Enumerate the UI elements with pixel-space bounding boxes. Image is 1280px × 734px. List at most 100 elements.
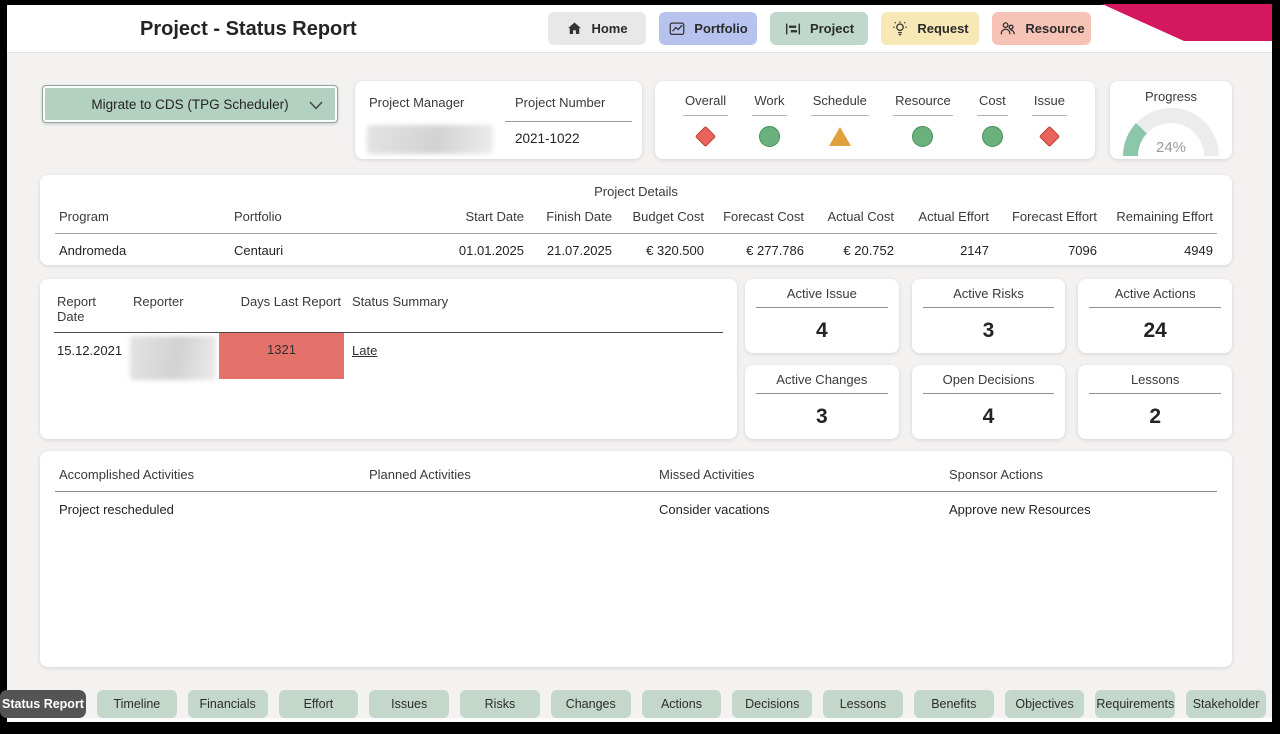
table-row: 15.12.2021 (54, 333, 130, 379)
col-missed-activities: Missed Activities (655, 451, 945, 492)
resource-icon (998, 19, 1017, 38)
project-details-table: Program Portfolio Start Date Finish Date… (55, 199, 1217, 267)
progress-title: Progress (1110, 89, 1232, 104)
header-bar: Project - Status Report Home Portfolio P… (7, 5, 1272, 53)
col-forecast-cost: Forecast Cost (708, 199, 808, 234)
tab-benefits[interactable]: Benefits (914, 690, 994, 718)
col-remaining-effort: Remaining Effort (1101, 199, 1217, 234)
nav-home-label: Home (591, 21, 627, 36)
report-table-card: Report Date Reporter Days Last Report St… (40, 279, 737, 439)
kpi-active-actions-label: Active Actions (1089, 279, 1221, 308)
col-finish-date: Finish Date (528, 199, 616, 234)
tab-issues[interactable]: Issues (369, 690, 449, 718)
nav-project-button[interactable]: Project (770, 12, 868, 45)
kpi-active-risks-value: 3 (912, 319, 1066, 343)
tab-financials[interactable]: Financials (188, 690, 268, 718)
col-status-summary: Status Summary (344, 279, 723, 333)
nav-resource-button[interactable]: Resource (992, 12, 1091, 45)
project-number-value: 2021-1022 (515, 131, 580, 146)
kpi-active-risks-label: Active Risks (923, 279, 1055, 308)
kpi-active-actions-value: 24 (1078, 319, 1232, 343)
tab-actions[interactable]: Actions (642, 690, 722, 718)
tab-lessons[interactable]: Lessons (823, 690, 903, 718)
cell-portfolio: Centauri (230, 234, 445, 267)
status-report-page: Project - Status Report Home Portfolio P… (0, 0, 1280, 734)
kpi-active-risks: Active Risks 3 (912, 279, 1066, 353)
col-accomplished-activities: Accomplished Activities (55, 451, 365, 492)
cell-forecast-effort: 7096 (993, 234, 1101, 267)
nav-resource-label: Resource (1025, 21, 1084, 36)
chevron-down-icon (309, 101, 323, 110)
status-circle-icon (982, 125, 1003, 147)
project-manager-redacted-value (367, 125, 493, 154)
progress-card: Progress 24% (1110, 81, 1232, 159)
status-triangle-icon (829, 125, 851, 147)
kpi-active-issue-label: Active Issue (756, 279, 888, 308)
nav-portfolio-label: Portfolio (694, 21, 747, 36)
indicator-resource: Resource (893, 93, 953, 159)
bottom-strip (7, 718, 1272, 722)
project-manager-card: Project Manager Project Number 2021-1022 (355, 81, 642, 159)
project-details-card: Project Details Program Portfolio Start … (40, 175, 1232, 265)
kpi-grid: Active Issue 4 Active Risks 3 Active Act… (745, 279, 1232, 439)
cell-program: Andromeda (55, 234, 230, 267)
col-actual-effort: Actual Effort (898, 199, 993, 234)
cell-missed-activities: Consider vacations (655, 492, 945, 527)
cell-finish-date: 21.07.2025 (528, 234, 616, 267)
col-report-date: Report Date (54, 279, 130, 333)
cell-reporter (130, 333, 219, 379)
indicator-schedule-label: Schedule (811, 93, 869, 116)
tab-requirements[interactable]: Requirements (1095, 690, 1175, 718)
kpi-active-issue: Active Issue 4 (745, 279, 899, 353)
kpi-active-changes-label: Active Changes (756, 365, 888, 394)
tab-risks[interactable]: Risks (460, 690, 540, 718)
nav-portfolio-button[interactable]: Portfolio (659, 12, 757, 45)
kpi-lessons-label: Lessons (1089, 365, 1221, 394)
progress-percent-label: 24% (1123, 139, 1219, 156)
status-circle-icon (912, 125, 933, 147)
nav-request-button[interactable]: Request (881, 12, 979, 45)
nav-project-label: Project (810, 21, 854, 36)
progress-gauge: 24% (1123, 108, 1219, 156)
kpi-active-actions: Active Actions 24 (1078, 279, 1232, 353)
cell-budget-cost: € 320.500 (616, 234, 708, 267)
nav-request-label: Request (917, 21, 968, 36)
tab-decisions[interactable]: Decisions (732, 690, 812, 718)
col-program: Program (55, 199, 230, 234)
kpi-lessons: Lessons 2 (1078, 365, 1232, 439)
tab-effort[interactable]: Effort (279, 690, 359, 718)
cell-actual-effort: 2147 (898, 234, 993, 267)
indicator-issue: Issue (1032, 93, 1067, 159)
indicator-issue-label: Issue (1032, 93, 1067, 116)
cell-actual-cost: € 20.752 (808, 234, 898, 267)
cell-days-last-report: 1321 (219, 333, 344, 379)
col-actual-cost: Actual Cost (808, 199, 898, 234)
project-number-label: Project Number (515, 95, 605, 110)
indicator-overall-label: Overall (683, 93, 728, 116)
tab-status-report[interactable]: Status Report (0, 690, 86, 718)
indicator-schedule: Schedule (811, 93, 869, 159)
report-canvas: Project - Status Report Home Portfolio P… (7, 5, 1272, 722)
cell-status-summary: Late (344, 333, 723, 379)
home-icon (566, 20, 583, 37)
project-manager-label: Project Manager (369, 95, 464, 110)
project-icon (784, 20, 802, 38)
cell-remaining-effort: 4949 (1101, 234, 1217, 267)
indicator-work-label: Work (752, 93, 786, 116)
cell-planned-activities (365, 492, 655, 527)
tab-changes[interactable]: Changes (551, 690, 631, 718)
indicator-resource-label: Resource (893, 93, 953, 116)
portfolio-icon (668, 20, 686, 38)
status-summary-link[interactable]: Late (352, 343, 377, 358)
col-start-date: Start Date (445, 199, 528, 234)
indicator-cost: Cost (977, 93, 1008, 159)
tab-objectives[interactable]: Objectives (1005, 690, 1085, 718)
tab-timeline[interactable]: Timeline (97, 690, 177, 718)
status-diamond-icon (1042, 125, 1057, 147)
project-selector-dropdown[interactable]: Migrate to CDS (TPG Scheduler) (42, 85, 338, 123)
tab-stakeholder[interactable]: Stakeholder (1186, 690, 1266, 718)
cell-sponsor-actions: Approve new Resources (945, 492, 1217, 527)
nav-home-button[interactable]: Home (548, 12, 646, 45)
col-days-last-report: Days Last Report (219, 279, 344, 333)
cell-report-date: 15.12.2021 (54, 333, 130, 368)
